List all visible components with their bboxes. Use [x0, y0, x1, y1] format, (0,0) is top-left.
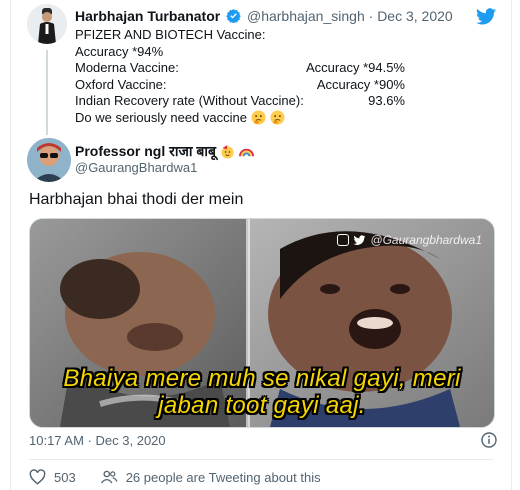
instagram-icon	[337, 234, 350, 246]
line-label: PFIZER AND BIOTECH Vaccine:	[75, 27, 266, 42]
parent-display-name[interactable]: Harbhajan Turbanator	[75, 8, 220, 24]
main-handle[interactable]: @GaurangBhardwa1	[75, 160, 197, 175]
parent-tweet[interactable]: Harbhajan Turbanator @harbhajan_singh · …	[11, 0, 511, 140]
tweeting-about-link[interactable]: 26 people are Tweeting about this	[126, 470, 321, 485]
separator-dot: ·	[368, 8, 374, 24]
twitter-watermark-icon	[353, 234, 366, 245]
meme-caption-line-2: jaban toot gayi aaj.	[158, 392, 366, 419]
parent-handle[interactable]: @harbhajan_singh	[247, 8, 365, 24]
thinking-face-icon	[251, 109, 266, 125]
text-line: Do we seriously need vaccine	[75, 110, 405, 127]
tweet-actions: 503 26 people are Tweeting about this	[29, 469, 321, 485]
tweet-media[interactable]: @Gaurangbhardwa1 Bhaiya mere muh se nika…	[29, 218, 495, 428]
party-face-icon	[221, 144, 234, 159]
text-line: Accuracy *94%	[75, 44, 405, 61]
twitter-bird-icon[interactable]	[475, 6, 497, 28]
text-line: Moderna Vaccine: Accuracy *94.5%	[75, 60, 405, 77]
main-avatar[interactable]	[27, 138, 71, 182]
tweet-timestamp[interactable]: 10:17 AM · Dec 3, 2020	[29, 433, 166, 448]
thread-line	[46, 50, 48, 135]
people-icon	[100, 470, 118, 484]
line-label: Accuracy *94%	[75, 43, 164, 59]
media-watermark: @Gaurangbhardwa1	[337, 233, 482, 247]
parent-avatar[interactable]	[27, 4, 67, 44]
tweet-card: Harbhajan Turbanator @harbhajan_singh · …	[10, 0, 512, 490]
tweet-date: Dec 3, 2020	[95, 433, 166, 448]
tweet-time: 10:17 AM	[29, 433, 84, 448]
line-label: Indian Recovery rate (Without Vaccine):	[75, 93, 304, 108]
like-count[interactable]: 503	[54, 470, 76, 485]
parent-date[interactable]: Dec 3, 2020	[377, 8, 453, 24]
main-display-name[interactable]: Professor ngl राजा बाबू	[75, 143, 216, 159]
line-label: Oxford Vaccine:	[75, 76, 167, 92]
rainbow-icon	[238, 148, 254, 157]
heart-icon[interactable]	[29, 469, 46, 485]
divider	[29, 459, 493, 460]
parent-tweet-text: PFIZER AND BIOTECH Vaccine: Accuracy *94…	[75, 27, 405, 126]
line-value: 93.6%	[368, 93, 405, 108]
separator-dot: ·	[87, 433, 92, 448]
verified-icon	[226, 8, 241, 23]
text-line: Indian Recovery rate (Without Vaccine): …	[75, 93, 405, 110]
line-value: Accuracy *90%	[316, 76, 405, 92]
main-tweet-text: Harbhajan bhai thodi der mein	[29, 191, 244, 208]
parent-header: Harbhajan Turbanator @harbhajan_singh · …	[75, 8, 453, 24]
line-label: Moderna Vaccine:	[75, 60, 179, 75]
thinking-face-icon	[270, 109, 285, 125]
text-line: Oxford Vaccine: Accuracy *90%	[75, 77, 405, 94]
info-icon[interactable]	[481, 432, 497, 448]
line-value: Accuracy *94.5%	[306, 60, 405, 75]
meme-caption-line-1: Bhaiya mere muh se nikal gayi, meri	[63, 365, 461, 392]
main-display-name-row: Professor ngl राजा बाबू	[75, 142, 254, 161]
watermark-text: @Gaurangbhardwa1	[370, 233, 482, 247]
line-label: Do we seriously need vaccine	[75, 109, 247, 125]
text-line: PFIZER AND BIOTECH Vaccine:	[75, 27, 405, 44]
